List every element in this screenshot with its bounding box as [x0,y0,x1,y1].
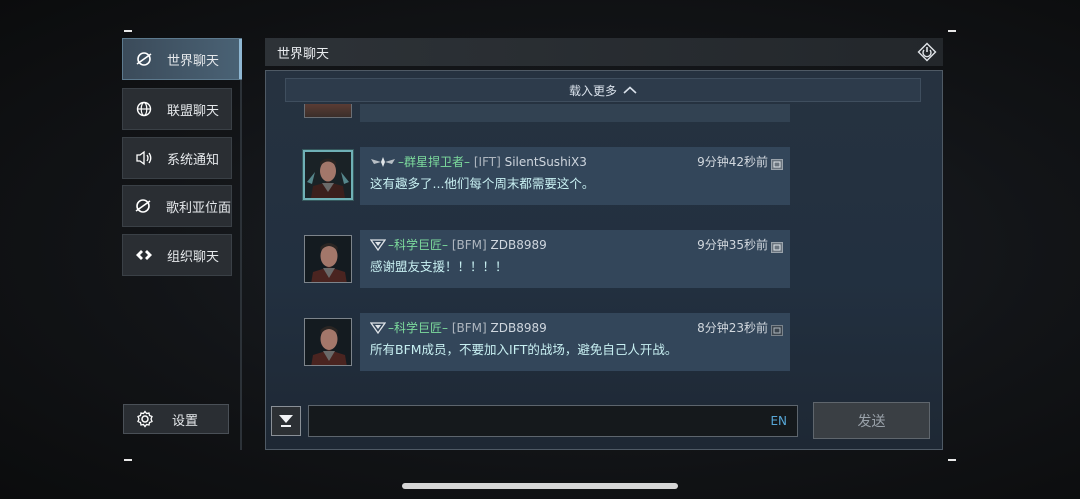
message-bubble-partial [360,104,790,122]
exit-button[interactable] [917,42,937,62]
avatar[interactable] [304,104,352,118]
message-text: 这有趣多了...他们每个周末都需要这个。 [370,176,595,191]
sender-line: –科学巨匠– [BFM] ZDB8989 [370,236,547,253]
home-indicator[interactable] [402,483,678,489]
sidebar-item-organization-chat[interactable]: 组织聊天 [122,234,232,276]
alliance-tag: [BFM] [451,321,487,335]
username[interactable]: SilentSushiX3 [505,155,587,169]
avatar[interactable] [303,150,353,200]
sidebar-item-label: 系统通知 [167,152,220,168]
timestamp: 8分钟23秒前 [697,321,768,335]
sidebar-divider [240,38,242,450]
world-chat-icon [129,50,159,68]
copy-icon [771,159,783,170]
corner-marker [124,30,132,32]
load-more-label: 载入更多 [568,83,617,98]
gear-icon [136,410,154,428]
chevron-up-icon [623,86,637,94]
portrait-image [305,319,351,365]
copy-icon [771,325,783,336]
username[interactable]: ZDB8989 [491,321,547,335]
message-input[interactable] [315,410,759,434]
avatar[interactable] [304,235,352,283]
sidebar-item-world-chat[interactable]: 世界聊天 [122,38,242,80]
rank-chevron-icon [370,322,386,334]
settings-button[interactable]: 设置 [123,404,229,434]
corner-marker [948,459,956,461]
sidebar-item-label: 组织聊天 [167,249,220,265]
sidebar-item-system-notice[interactable]: 系统通知 [122,137,232,179]
sidebar-item-label: 世界聊天 [167,53,220,69]
organization-icon [129,248,159,262]
alliance-name: –科学巨匠– [388,238,449,252]
timestamp: 9分钟35秒前 [697,238,768,252]
load-more-button[interactable]: 载入更多 [285,78,921,102]
page-title: 世界聊天 [277,47,330,62]
alliance-name: –群星捍卫者– [398,155,471,169]
exit-icon [917,42,937,62]
message-bubble: –科学巨匠– [BFM] ZDB8989 8分钟23秒前 所有BFM成员，不要加… [360,313,790,371]
rank-wings-icon [371,157,395,167]
copy-icon [771,242,783,253]
username[interactable]: ZDB8989 [491,238,547,252]
language-toggle[interactable]: EN [770,414,787,428]
globe-icon [129,101,159,117]
settings-label: 设置 [172,413,199,429]
sidebar-item-goliath-plane[interactable]: 歌利亚位面 [122,185,232,227]
chevron-down-icon [279,415,293,427]
message-input-box[interactable]: EN [308,405,798,437]
world-chat-icon [129,197,158,215]
rank-chevron-icon [370,239,386,251]
chat-header: 世界聊天 [265,38,943,66]
timestamp: 9分钟42秒前 [697,155,768,169]
sidebar-item-label: 歌利亚位面 [165,200,231,216]
collapse-button[interactable] [271,406,301,436]
alliance-tag: [IFT] [473,155,501,169]
message-bubble: –科学巨匠– [BFM] ZDB8989 9分钟35秒前 感谢盟友支援！！！！！ [360,230,790,288]
speaker-icon [129,150,159,166]
alliance-name: –科学巨匠– [388,321,449,335]
channel-sidebar: 世界聊天 联盟聊天 系统通知 歌利亚位面 组织聊天 [122,38,244,450]
send-button[interactable]: 发送 [813,402,930,439]
sidebar-item-label: 联盟聊天 [167,103,220,119]
sender-line: –群星捍卫者– [IFT] SilentSushiX3 [370,153,587,170]
alliance-tag: [BFM] [451,238,487,252]
sender-line: –科学巨匠– [BFM] ZDB8989 [370,319,547,336]
corner-marker [948,30,956,32]
message-text: 所有BFM成员，不要加入IFT的战场，避免自己人开战。 [370,342,678,357]
portrait-image [305,236,351,282]
avatar[interactable] [304,318,352,366]
copy-button[interactable] [771,321,783,336]
copy-button[interactable] [771,238,783,253]
corner-marker [124,459,132,461]
sidebar-item-alliance-chat[interactable]: 联盟聊天 [122,88,232,130]
message-text: 感谢盟友支援！！！！！ [370,259,508,274]
portrait-image [305,152,351,198]
copy-button[interactable] [771,155,783,170]
message-bubble: –群星捍卫者– [IFT] SilentSushiX3 9分钟42秒前 这有趣多… [360,147,790,205]
